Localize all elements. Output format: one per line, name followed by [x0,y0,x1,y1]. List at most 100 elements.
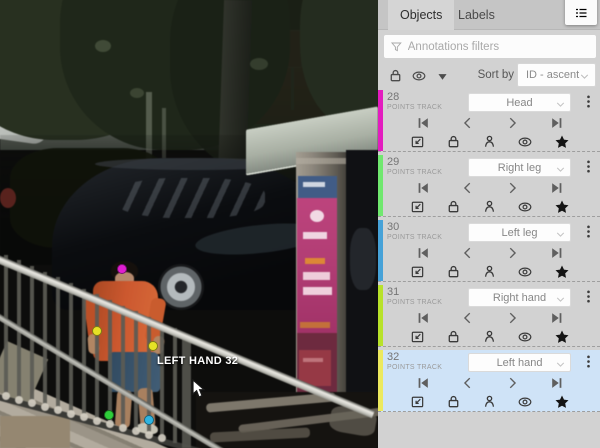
tab-objects[interactable]: Objects [388,0,454,30]
annotation-overlay: LEFT HAND 32 [0,0,378,448]
kebab-menu-icon[interactable] [581,159,596,174]
object-card-29[interactable]: 29 POINTS TRACK Right leg [378,155,600,217]
label-select[interactable]: Right hand [468,288,571,307]
previous-keyframe-icon[interactable] [461,246,475,260]
kebab-menu-icon[interactable] [581,224,596,239]
object-type: POINTS TRACK [387,299,442,306]
object-properties [378,329,600,347]
sort-select[interactable]: ID - ascent [517,63,596,87]
lock-icon[interactable] [446,199,461,214]
occluded-person-icon[interactable] [482,264,497,279]
objects-sidebar: Objects Labels Sort by ID - ascent [378,0,600,448]
chevron-down-icon [554,228,567,241]
lock-icon[interactable] [446,134,461,149]
annotation-point-head[interactable] [117,264,127,274]
keyframe-star-icon[interactable] [554,134,570,150]
keyframe-nav [378,311,600,329]
label-select[interactable]: Left leg [468,223,571,242]
annotation-point-right-hand[interactable] [92,326,102,336]
chevron-down-icon [554,358,567,371]
next-keyframe-icon[interactable] [505,311,519,325]
hidden-eye-icon[interactable] [517,134,533,150]
next-keyframe-icon[interactable] [505,246,519,260]
hidden-eye-icon[interactable] [517,199,533,215]
tab-labels[interactable]: Labels [446,0,507,30]
mouse-cursor [192,379,206,399]
lock-icon[interactable] [446,394,461,409]
keyframe-star-icon[interactable] [554,264,570,280]
hide-all-eye-icon[interactable] [411,68,427,84]
lock-icon[interactable] [446,264,461,279]
annotation-point-right-leg[interactable] [104,410,114,420]
label-select-value: Right hand [493,292,546,304]
annotations-filter-box[interactable] [383,34,597,59]
outside-icon[interactable] [410,199,425,214]
next-keyframe-icon[interactable] [505,116,519,130]
previous-keyframe-icon[interactable] [461,376,475,390]
occluded-person-icon[interactable] [482,329,497,344]
expand-caret-icon[interactable] [436,70,449,83]
last-keyframe-icon[interactable] [550,116,564,130]
previous-keyframe-icon[interactable] [461,311,475,325]
video-canvas[interactable]: LEFT HAND 32 [0,0,378,448]
object-id: 29 [387,156,399,168]
next-keyframe-icon[interactable] [505,181,519,195]
annotations-filter-input[interactable] [408,41,590,53]
label-select-value: Left leg [501,227,537,239]
last-keyframe-icon[interactable] [550,181,564,195]
occluded-person-icon[interactable] [482,134,497,149]
first-keyframe-icon[interactable] [416,116,430,130]
kebab-menu-icon[interactable] [581,289,596,304]
occluded-person-icon[interactable] [482,199,497,214]
object-type: POINTS TRACK [387,104,442,111]
first-keyframe-icon[interactable] [416,311,430,325]
last-keyframe-icon[interactable] [550,376,564,390]
previous-keyframe-icon[interactable] [461,181,475,195]
object-card-32[interactable]: 32 POINTS TRACK Left hand [378,350,600,412]
label-select-value: Left hand [497,357,543,369]
outside-icon[interactable] [410,394,425,409]
chevron-down-icon [554,98,567,111]
hidden-eye-icon[interactable] [517,329,533,345]
hidden-eye-icon[interactable] [517,264,533,280]
object-id: 30 [387,221,399,233]
sidebar-menu-button[interactable] [565,0,597,25]
keyframe-star-icon[interactable] [554,329,570,345]
outside-icon[interactable] [410,264,425,279]
last-keyframe-icon[interactable] [550,246,564,260]
first-keyframe-icon[interactable] [416,181,430,195]
keyframe-star-icon[interactable] [554,394,570,410]
object-card-28[interactable]: 28 POINTS TRACK Head [378,90,600,152]
object-card-30[interactable]: 30 POINTS TRACK Left leg [378,220,600,282]
object-properties [378,394,600,412]
outside-icon[interactable] [410,329,425,344]
cvat-annotation-window: LEFT HAND 32 Objects Labels Sort by ID -… [0,0,600,448]
label-select[interactable]: Right leg [468,158,571,177]
object-card-31[interactable]: 31 POINTS TRACK Right hand [378,285,600,347]
next-keyframe-icon[interactable] [505,376,519,390]
last-keyframe-icon[interactable] [550,311,564,325]
object-id: 32 [387,351,399,363]
kebab-menu-icon[interactable] [581,94,596,109]
lock-icon[interactable] [446,329,461,344]
object-properties [378,134,600,152]
funnel-icon [390,40,403,54]
annotation-point-left-leg[interactable] [144,415,154,425]
object-tooltip-label: LEFT HAND 32 [157,355,238,367]
annotation-point-left-hand[interactable] [148,341,158,351]
label-select[interactable]: Left hand [468,353,571,372]
label-select[interactable]: Head [468,93,571,112]
previous-keyframe-icon[interactable] [461,116,475,130]
outside-icon[interactable] [410,134,425,149]
first-keyframe-icon[interactable] [416,376,430,390]
keyframe-nav [378,181,600,199]
object-id: 28 [387,91,399,103]
keyframe-star-icon[interactable] [554,199,570,215]
object-properties [378,199,600,217]
hidden-eye-icon[interactable] [517,394,533,410]
keyframe-nav [378,116,600,134]
kebab-menu-icon[interactable] [581,354,596,369]
first-keyframe-icon[interactable] [416,246,430,260]
occluded-person-icon[interactable] [482,394,497,409]
lock-all-icon[interactable] [388,68,403,83]
